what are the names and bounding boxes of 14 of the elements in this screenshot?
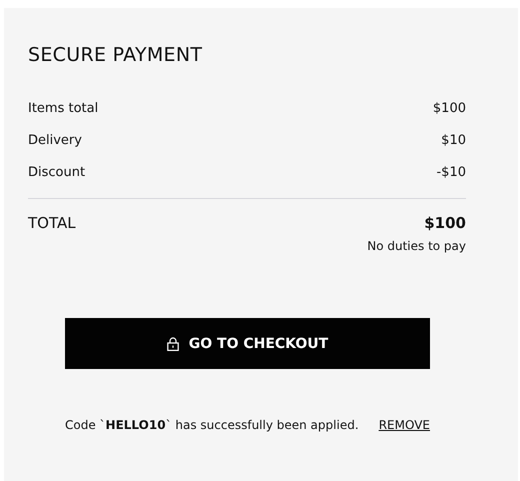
summary-label: Delivery bbox=[28, 132, 82, 148]
summary-label: Items total bbox=[28, 100, 98, 116]
duties-note: No duties to pay bbox=[367, 239, 466, 253]
remove-link[interactable]: REMOVE bbox=[378, 418, 430, 432]
lock-icon bbox=[166, 336, 179, 350]
checkout-button[interactable]: GO TO CHECKOUT bbox=[65, 318, 430, 369]
promo-message: Code `HELLO10` has successfully been applied. bbox=[65, 418, 359, 432]
summary-value: $10 bbox=[441, 132, 466, 148]
summary-value: $100 bbox=[432, 100, 466, 116]
summary-label: Discount bbox=[28, 164, 86, 180]
total-label: TOTAL bbox=[28, 214, 76, 232]
panel-title: SECURE PAYMENT bbox=[28, 44, 204, 66]
summary-value: -$10 bbox=[436, 164, 466, 180]
total-value: $100 bbox=[424, 214, 466, 232]
